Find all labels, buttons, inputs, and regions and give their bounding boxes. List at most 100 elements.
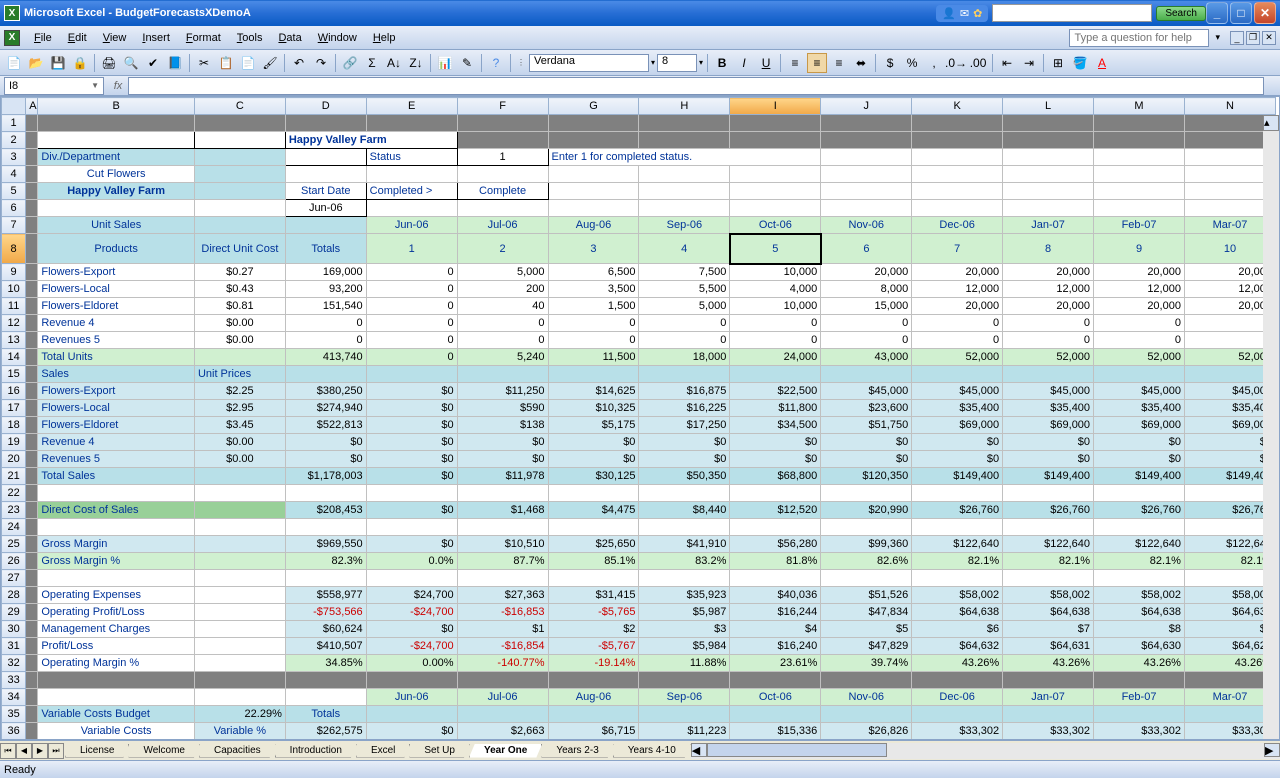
increase-indent-button[interactable]: ⇥ [1019, 53, 1039, 73]
sheet-tab-year-one[interactable]: Year One [469, 744, 542, 758]
row-header-24[interactable]: 24 [2, 519, 26, 536]
row-header-29[interactable]: 29 [2, 604, 26, 621]
col-header-K[interactable]: K [912, 98, 1003, 115]
row-header-26[interactable]: 26 [2, 553, 26, 570]
row-header-35[interactable]: 35 [2, 706, 26, 723]
decrease-decimal-button[interactable]: .00 [968, 53, 988, 73]
sheet-tab-welcome[interactable]: Welcome [128, 744, 200, 758]
hyperlink-button[interactable]: 🔗 [340, 53, 360, 73]
col-header-B[interactable]: B [38, 98, 195, 115]
col-header-M[interactable]: M [1094, 98, 1185, 115]
row-header-11[interactable]: 11 [2, 298, 26, 315]
row-header-36[interactable]: 36 [2, 723, 26, 740]
mail-icon[interactable]: ✉ [960, 7, 969, 20]
tab-first-button[interactable]: ⏮ [0, 743, 16, 759]
research-button[interactable]: 📘 [165, 53, 185, 73]
menu-window[interactable]: Window [310, 30, 365, 46]
underline-button[interactable]: U [756, 53, 776, 73]
fx-icon[interactable]: fx [108, 80, 128, 92]
cut-button[interactable]: ✂ [194, 53, 214, 73]
currency-button[interactable]: $ [880, 53, 900, 73]
print-button[interactable]: 🖨 [99, 53, 119, 73]
col-header-C[interactable]: C [194, 98, 285, 115]
row-header-12[interactable]: 12 [2, 315, 26, 332]
help-search-input[interactable] [1069, 29, 1209, 47]
align-left-button[interactable]: ≡ [785, 53, 805, 73]
person-icon[interactable]: 👤 [942, 7, 956, 20]
drawing-button[interactable]: ✎ [457, 53, 477, 73]
sheet-tab-set-up[interactable]: Set Up [409, 744, 470, 758]
comma-button[interactable]: , [924, 53, 944, 73]
font-size-select[interactable]: 8 [657, 54, 697, 72]
preview-button[interactable]: 🔍 [121, 53, 141, 73]
copy-button[interactable]: 📋 [216, 53, 236, 73]
font-name-select[interactable]: Verdana [529, 54, 649, 72]
row-header-17[interactable]: 17 [2, 400, 26, 417]
row-header-28[interactable]: 28 [2, 587, 26, 604]
col-header-H[interactable]: H [639, 98, 730, 115]
spell-button[interactable]: ✔ [143, 53, 163, 73]
decrease-indent-button[interactable]: ⇤ [997, 53, 1017, 73]
increase-decimal-button[interactable]: .0→ [946, 53, 966, 73]
percent-button[interactable]: % [902, 53, 922, 73]
permission-button[interactable]: 🔒 [70, 53, 90, 73]
format-painter-button[interactable]: 🖌 [260, 53, 280, 73]
sheet-tab-years-4-10[interactable]: Years 4-10 [613, 744, 691, 758]
chart-button[interactable]: 📊 [435, 53, 455, 73]
search-button[interactable]: Search [1156, 6, 1206, 21]
worksheet-area[interactable]: ABCDEFGHIJKLMN12Happy Valley Farm3Div./D… [0, 96, 1280, 740]
row-header-34[interactable]: 34 [2, 689, 26, 706]
dropdown-icon[interactable]: ▾ [1215, 32, 1220, 43]
doc-close-button[interactable]: ✕ [1262, 31, 1276, 45]
row-header-6[interactable]: 6 [2, 200, 26, 217]
col-header-E[interactable]: E [366, 98, 457, 115]
name-box[interactable]: I8▼ [4, 77, 104, 95]
row-header-21[interactable]: 21 [2, 468, 26, 485]
row-header-30[interactable]: 30 [2, 621, 26, 638]
col-header-F[interactable]: F [457, 98, 548, 115]
doc-minimize-button[interactable]: _ [1230, 31, 1244, 45]
row-header-2[interactable]: 2 [2, 132, 26, 149]
menu-view[interactable]: View [95, 30, 135, 46]
tab-next-button[interactable]: ▶ [32, 743, 48, 759]
menu-insert[interactable]: Insert [134, 30, 178, 46]
row-header-20[interactable]: 20 [2, 451, 26, 468]
row-header-5[interactable]: 5 [2, 183, 26, 200]
row-header-31[interactable]: 31 [2, 638, 26, 655]
row-header-33[interactable]: 33 [2, 672, 26, 689]
row-header-18[interactable]: 18 [2, 417, 26, 434]
messenger-icon[interactable]: ✿ [973, 7, 982, 20]
row-header-7[interactable]: 7 [2, 217, 26, 234]
row-header-10[interactable]: 10 [2, 281, 26, 298]
doc-restore-button[interactable]: ❐ [1246, 31, 1260, 45]
sort-asc-button[interactable]: A↓ [384, 53, 404, 73]
save-button[interactable]: 💾 [48, 53, 68, 73]
row-header-4[interactable]: 4 [2, 166, 26, 183]
col-header-N[interactable]: N [1184, 98, 1275, 115]
sheet-tab-excel[interactable]: Excel [356, 744, 410, 758]
col-header-I[interactable]: I [730, 98, 821, 115]
row-header-25[interactable]: 25 [2, 536, 26, 553]
row-header-1[interactable]: 1 [2, 115, 26, 132]
horizontal-scrollbar[interactable]: ◀ ▶ [691, 743, 1280, 759]
col-header-G[interactable]: G [548, 98, 639, 115]
redo-button[interactable]: ↷ [311, 53, 331, 73]
align-center-button[interactable]: ≡ [807, 53, 827, 73]
formula-bar[interactable] [128, 77, 1264, 95]
row-header-3[interactable]: 3 [2, 149, 26, 166]
new-button[interactable]: 📄 [4, 53, 24, 73]
maximize-button[interactable]: □ [1230, 2, 1252, 24]
close-button[interactable]: ✕ [1254, 2, 1276, 24]
menu-help[interactable]: Help [365, 30, 404, 46]
sheet-tab-introduction[interactable]: Introduction [275, 744, 357, 758]
menu-edit[interactable]: Edit [60, 30, 95, 46]
minimize-button[interactable]: _ [1206, 2, 1228, 24]
font-color-button[interactable]: A [1092, 53, 1112, 73]
row-header-32[interactable]: 32 [2, 655, 26, 672]
borders-button[interactable]: ⊞ [1048, 53, 1068, 73]
sheet-tab-license[interactable]: License [65, 744, 129, 758]
row-header-19[interactable]: 19 [2, 434, 26, 451]
menu-tools[interactable]: Tools [229, 30, 271, 46]
merge-button[interactable]: ⬌ [851, 53, 871, 73]
help-button[interactable]: ? [486, 53, 506, 73]
